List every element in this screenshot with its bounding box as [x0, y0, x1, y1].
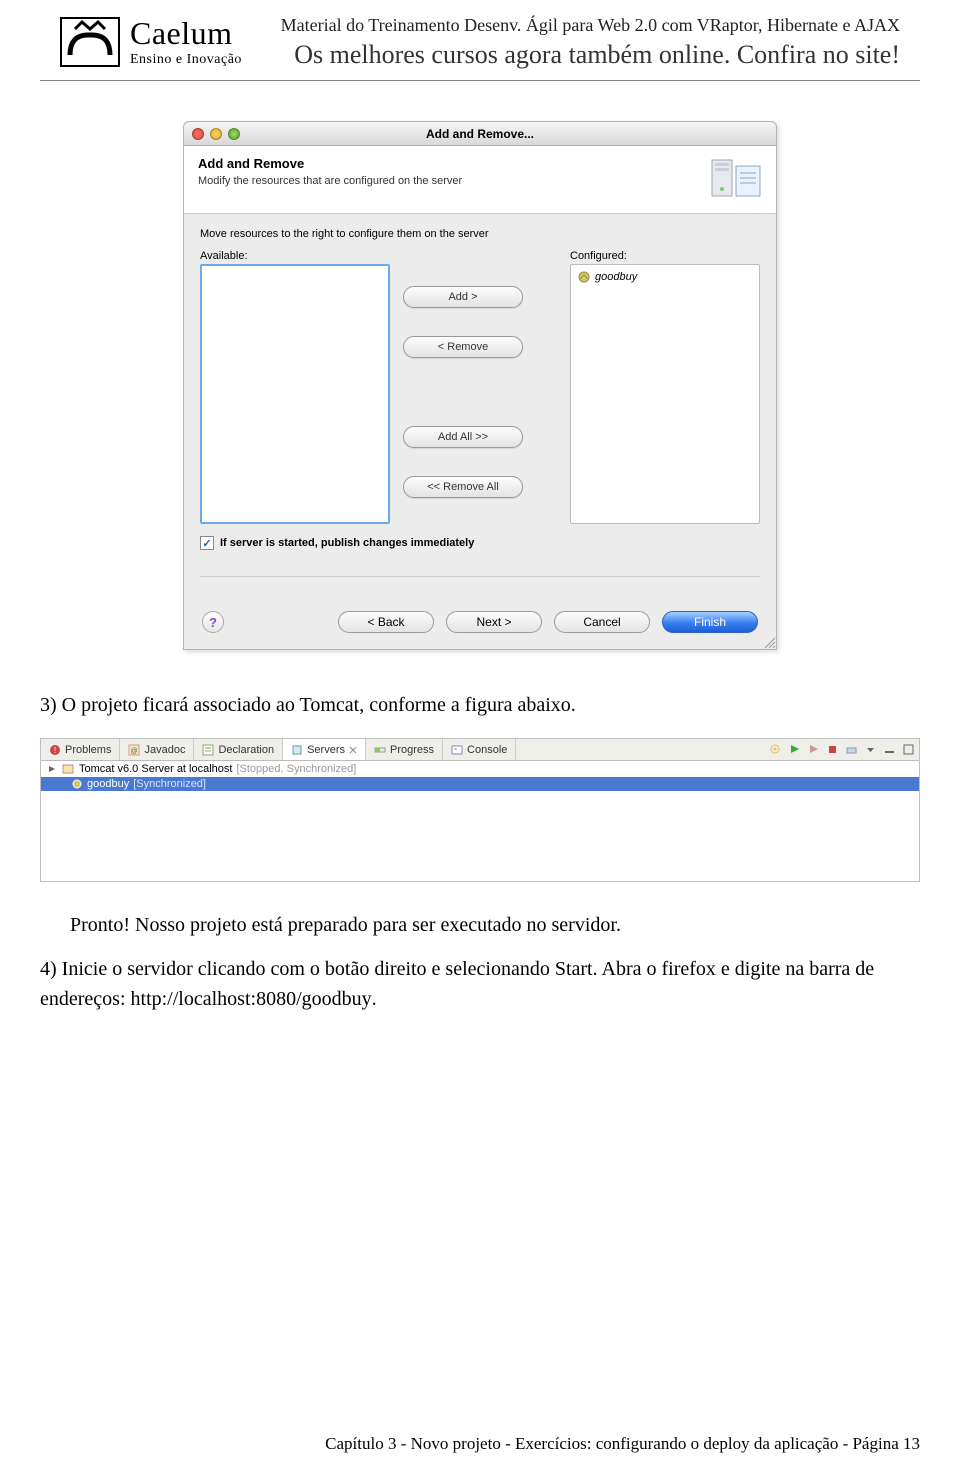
menu-icon[interactable]: [864, 743, 877, 756]
svg-text:@: @: [131, 748, 138, 755]
tab-console[interactable]: Console: [443, 739, 516, 760]
configured-label: Configured:: [570, 250, 760, 262]
problems-icon: !: [49, 744, 61, 756]
page-footer: Capítulo 3 - Novo projeto - Exercícios: …: [40, 1434, 920, 1454]
tab-javadoc[interactable]: @ Javadoc: [120, 739, 194, 760]
checkbox-icon[interactable]: ✓: [200, 536, 214, 550]
maximize-view-icon[interactable]: [902, 743, 915, 756]
page-header: Caelum Ensino e Inovação Material do Tre…: [40, 0, 920, 81]
dialog-subheading: Modify the resources that are configured…: [198, 175, 462, 187]
dialog-heading: Add and Remove: [198, 156, 462, 171]
logo: Caelum Ensino e Inovação: [60, 15, 242, 68]
tab-declaration[interactable]: Declaration: [194, 739, 283, 760]
tab-progress[interactable]: Progress: [366, 739, 443, 760]
servers-icon: [291, 744, 303, 756]
publish-icon[interactable]: [845, 743, 858, 756]
back-button[interactable]: < Back: [338, 611, 434, 633]
header-tagline: Os melhores cursos agora também online. …: [262, 40, 900, 70]
list-item-label: goodbuy: [595, 271, 637, 283]
profile-icon[interactable]: [807, 743, 820, 756]
finish-button[interactable]: Finish: [662, 611, 758, 633]
expand-icon[interactable]: [47, 764, 57, 774]
list-item[interactable]: goodbuy: [571, 268, 759, 286]
step-3-text: 3) O projeto ficará associado ao Tomcat,…: [40, 690, 920, 720]
help-button[interactable]: ?: [202, 611, 224, 633]
header-subtitle: Material do Treinamento Desenv. Ágil par…: [262, 15, 900, 36]
dialog-titlebar: Add and Remove...: [184, 122, 776, 146]
run-icon[interactable]: [788, 743, 801, 756]
add-all-button[interactable]: Add All >>: [403, 426, 523, 448]
server-panel-body: [41, 791, 919, 881]
dialog-instruction: Move resources to the right to configure…: [200, 228, 760, 240]
resize-grip-icon[interactable]: [762, 635, 776, 649]
step-4-text: 4) Inicie o servidor clicando com o botã…: [40, 954, 920, 1014]
checkbox-label: If server is started, publish changes im…: [220, 537, 474, 549]
servers-panel: ! Problems @ Javadoc Declaration Servers…: [40, 738, 920, 882]
close-tab-icon[interactable]: [349, 746, 357, 754]
console-icon: [451, 744, 463, 756]
publish-checkbox-row[interactable]: ✓ If server is started, publish changes …: [200, 536, 760, 550]
remove-button[interactable]: < Remove: [403, 336, 523, 358]
add-button[interactable]: Add >: [403, 286, 523, 308]
server-tree-root[interactable]: Tomcat v6.0 Server at localhost [Stopped…: [41, 761, 919, 777]
progress-icon: [374, 744, 386, 756]
available-listbox[interactable]: [200, 264, 390, 524]
svg-text:!: !: [54, 746, 56, 755]
debug-icon[interactable]: [769, 743, 782, 756]
minimize-view-icon[interactable]: [883, 743, 896, 756]
servers-toolbar: [769, 739, 915, 760]
logo-name: Caelum: [130, 15, 242, 52]
webapp-icon: [71, 778, 83, 790]
tabs-row: ! Problems @ Javadoc Declaration Servers…: [41, 739, 919, 761]
configured-listbox[interactable]: goodbuy: [570, 264, 760, 524]
server-configure-icon: [710, 156, 762, 203]
logo-tagline: Ensino e Inovação: [130, 52, 242, 68]
next-button[interactable]: Next >: [446, 611, 542, 633]
cancel-button[interactable]: Cancel: [554, 611, 650, 633]
server-tree-child[interactable]: goodbuy [Synchronized]: [41, 777, 919, 791]
dialog-banner: Add and Remove Modify the resources that…: [184, 146, 776, 214]
add-remove-dialog: Add and Remove... Add and Remove Modify …: [183, 121, 777, 650]
dialog-title: Add and Remove...: [184, 127, 776, 141]
webapp-icon: [577, 270, 591, 284]
remove-all-button[interactable]: << Remove All: [403, 476, 523, 498]
pronto-text: Pronto! Nosso projeto está preparado par…: [70, 910, 890, 940]
javadoc-icon: @: [128, 744, 140, 756]
tomcat-icon: [61, 762, 75, 776]
available-label: Available:: [200, 250, 390, 262]
declaration-icon: [202, 744, 214, 756]
caelum-logo-icon: [60, 17, 120, 67]
tab-problems[interactable]: ! Problems: [41, 739, 120, 760]
stop-icon[interactable]: [826, 743, 839, 756]
tab-servers[interactable]: Servers: [283, 739, 366, 760]
